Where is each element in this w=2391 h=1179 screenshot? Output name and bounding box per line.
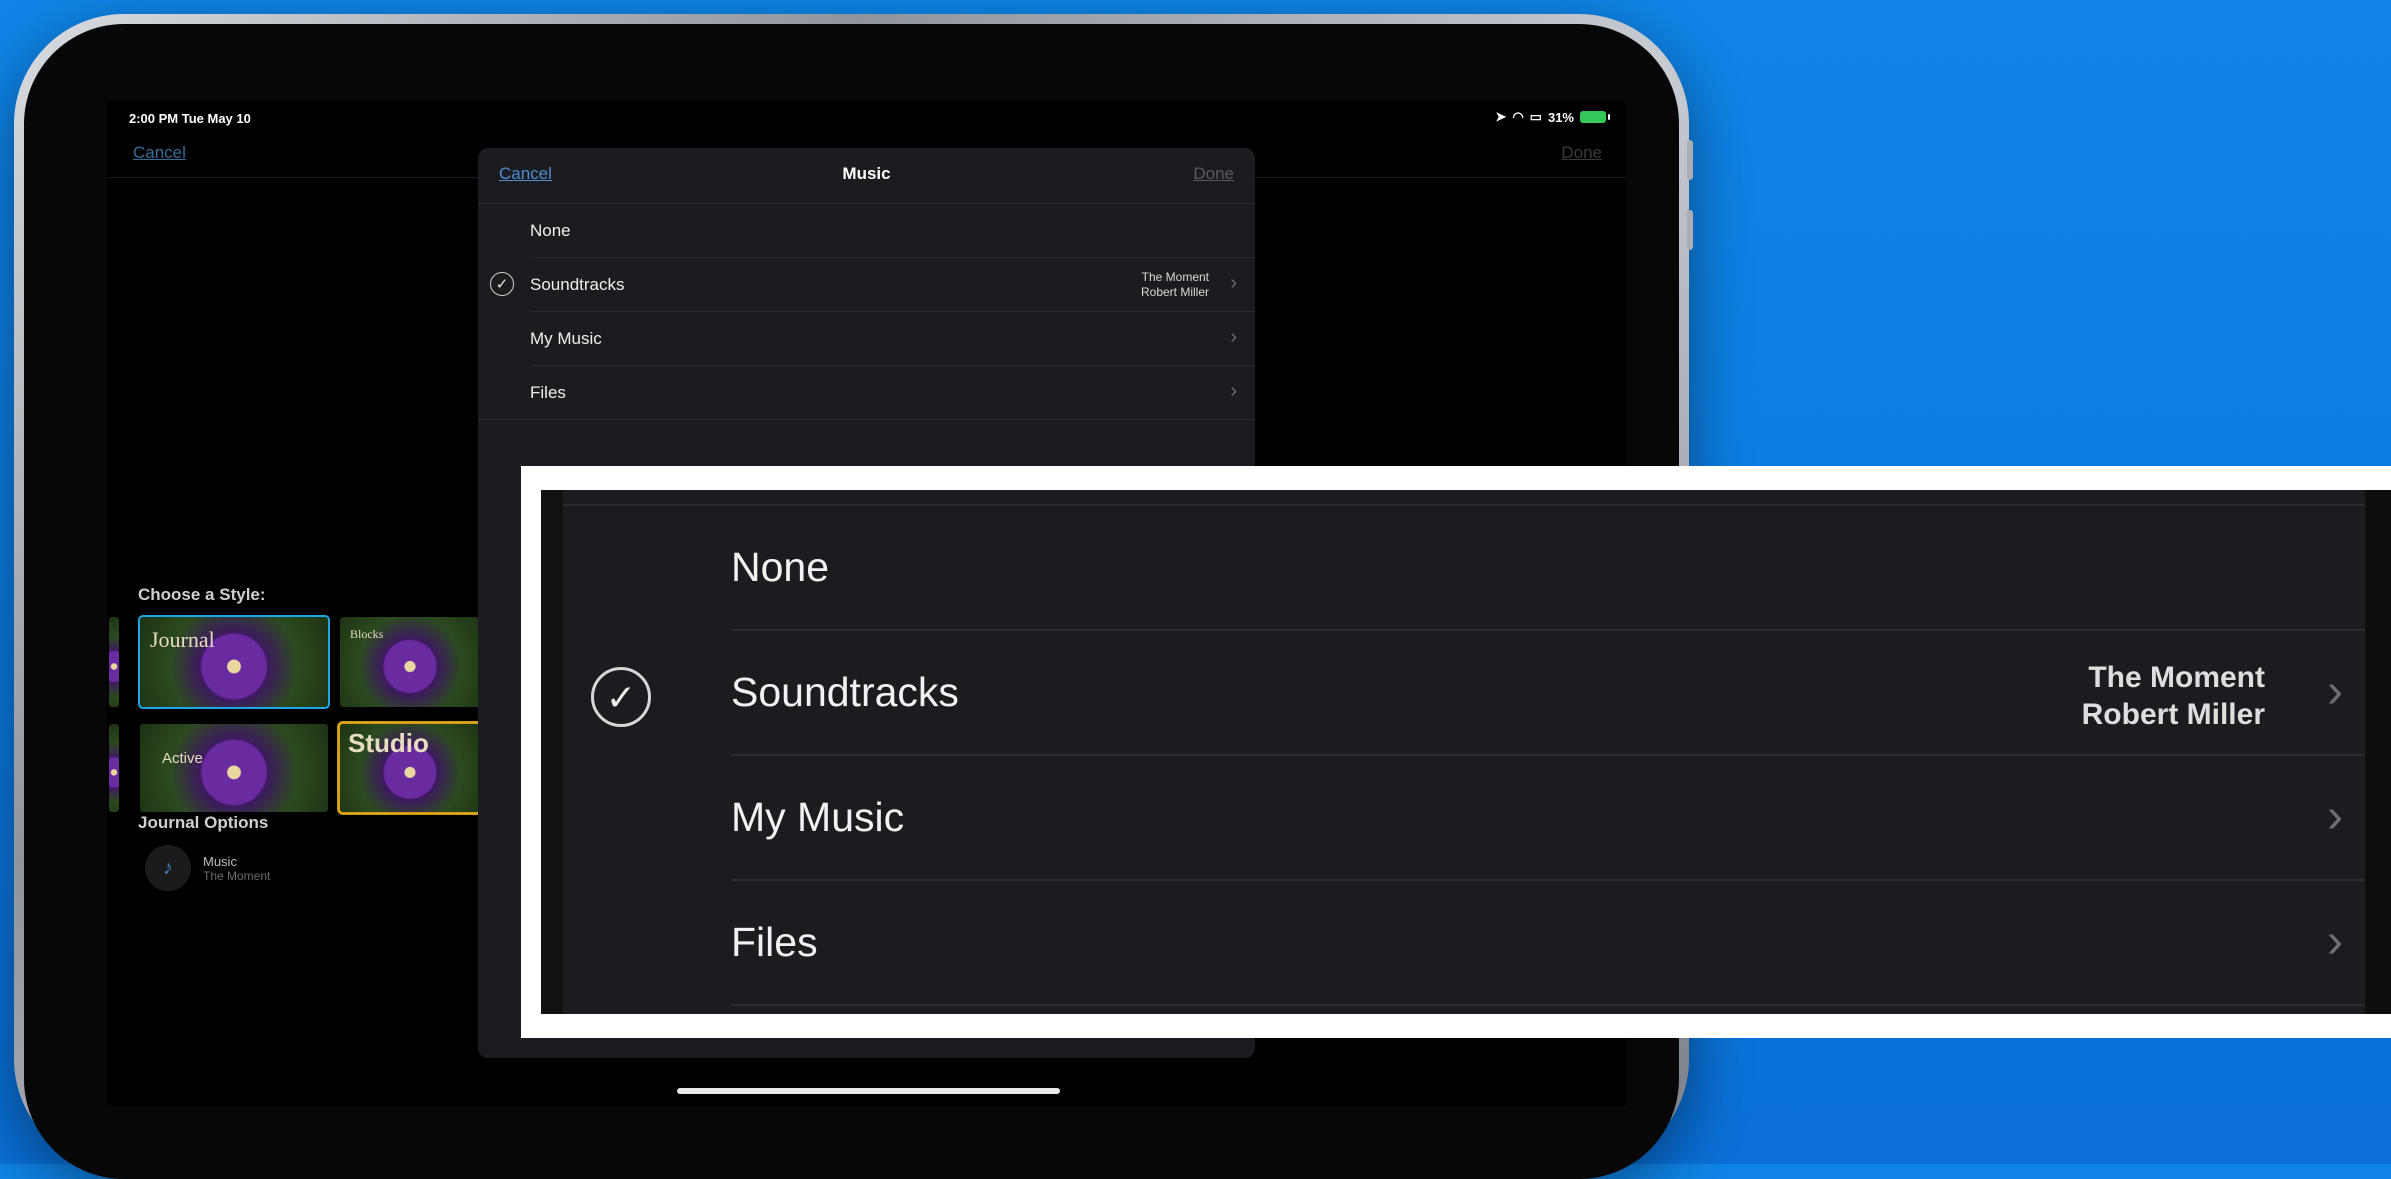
divider (478, 419, 1255, 420)
row-label: Files (530, 383, 566, 402)
music-row-my-music[interactable]: My Music › (478, 312, 1255, 366)
background-done-button[interactable]: Done (1561, 143, 1602, 163)
location-icon: ➤ (1495, 109, 1507, 124)
background-cancel-button[interactable]: Cancel (133, 143, 186, 163)
chevron-right-icon: › (2327, 790, 2343, 843)
row-label: Soundtracks (731, 669, 959, 715)
style-thumb-blocks[interactable]: Blocks (340, 617, 480, 707)
music-option-value: The Moment (203, 868, 271, 883)
checkmark-circle-icon: ✓ (490, 272, 514, 296)
home-indicator (677, 1088, 1060, 1094)
music-row-files[interactable]: Files › (478, 366, 1255, 420)
divider (731, 1004, 2365, 1006)
sheet-header: Cancel Music Done (478, 148, 1255, 204)
music-option-text: Music The Moment (203, 854, 270, 883)
row-label: None (731, 544, 830, 590)
zoom-content: None ✓ Soundtracks The Moment Robert Mil… (541, 490, 2391, 1014)
wifi-icon: ◠ (1512, 109, 1524, 124)
chevron-right-icon: › (2327, 915, 2343, 968)
row-detail: The Moment Robert Miller (2082, 659, 2265, 733)
battery-percent: 31% (1547, 109, 1574, 125)
zoom-row-my-music[interactable]: My Music › (563, 756, 2365, 881)
journal-options-heading: Journal Options (138, 813, 269, 832)
row-detail: The Moment Robert Miller (1141, 270, 1209, 300)
row-label: None (530, 221, 571, 240)
zoom-row-none[interactable]: None (563, 506, 2365, 631)
row-label: My Music (731, 794, 905, 840)
chevron-right-icon: › (1230, 272, 1237, 294)
chevron-right-icon: › (1230, 380, 1237, 402)
detail-artist: Robert Miller (2081, 698, 2265, 731)
row-label: Files (731, 919, 818, 965)
done-button[interactable]: Done (1193, 164, 1234, 184)
style-thumb-studio[interactable]: Studio (337, 721, 483, 815)
battery-icon (1580, 111, 1610, 123)
thumb-label: Blocks (350, 627, 384, 641)
chevron-right-icon: › (1230, 326, 1237, 348)
zoom-callout: None ✓ Soundtracks The Moment Robert Mil… (521, 466, 2391, 1038)
zoom-edge (541, 490, 563, 1014)
volume-button (1687, 140, 1693, 180)
detail-track: The Moment (1141, 270, 1209, 284)
thumb-label: Journal (150, 627, 215, 652)
volume-button (1687, 210, 1693, 250)
checkmark-circle-icon: ✓ (591, 667, 651, 727)
airplay-icon: ▭ (1529, 109, 1542, 124)
style-thumb-journal[interactable]: Journal (138, 615, 330, 709)
status-bar-right: ➤ ◠ ▭ 31% (1495, 109, 1610, 125)
detail-artist: Robert Miller (1140, 285, 1209, 299)
choose-style-heading: Choose a Style: (138, 585, 266, 604)
music-option-label: Music (203, 853, 237, 869)
music-row-none[interactable]: None (478, 204, 1255, 258)
detail-track: The Moment (2088, 661, 2265, 694)
music-note-icon: ♪ (145, 845, 191, 891)
thumb-label: Active (162, 750, 203, 767)
journal-music-option[interactable]: ♪ Music The Moment (145, 845, 270, 891)
zoom-row-files[interactable]: Files › (563, 881, 2365, 1006)
style-thumb-partial[interactable] (109, 617, 119, 707)
row-label: Soundtracks (530, 275, 625, 294)
music-row-soundtracks[interactable]: ✓ Soundtracks The Moment Robert Miller › (478, 258, 1255, 312)
thumb-label: Studio (348, 728, 429, 758)
style-thumb-partial[interactable] (109, 724, 119, 812)
status-time: 2:00 PM Tue May 10 (129, 111, 251, 126)
row-label: My Music (530, 329, 602, 348)
chevron-right-icon: › (2327, 665, 2343, 718)
style-thumb-active[interactable]: Active (140, 724, 328, 812)
zoom-edge (2365, 490, 2391, 1014)
sheet-title: Music (842, 164, 891, 183)
zoom-row-soundtracks[interactable]: ✓ Soundtracks The Moment Robert Miller › (563, 631, 2365, 756)
